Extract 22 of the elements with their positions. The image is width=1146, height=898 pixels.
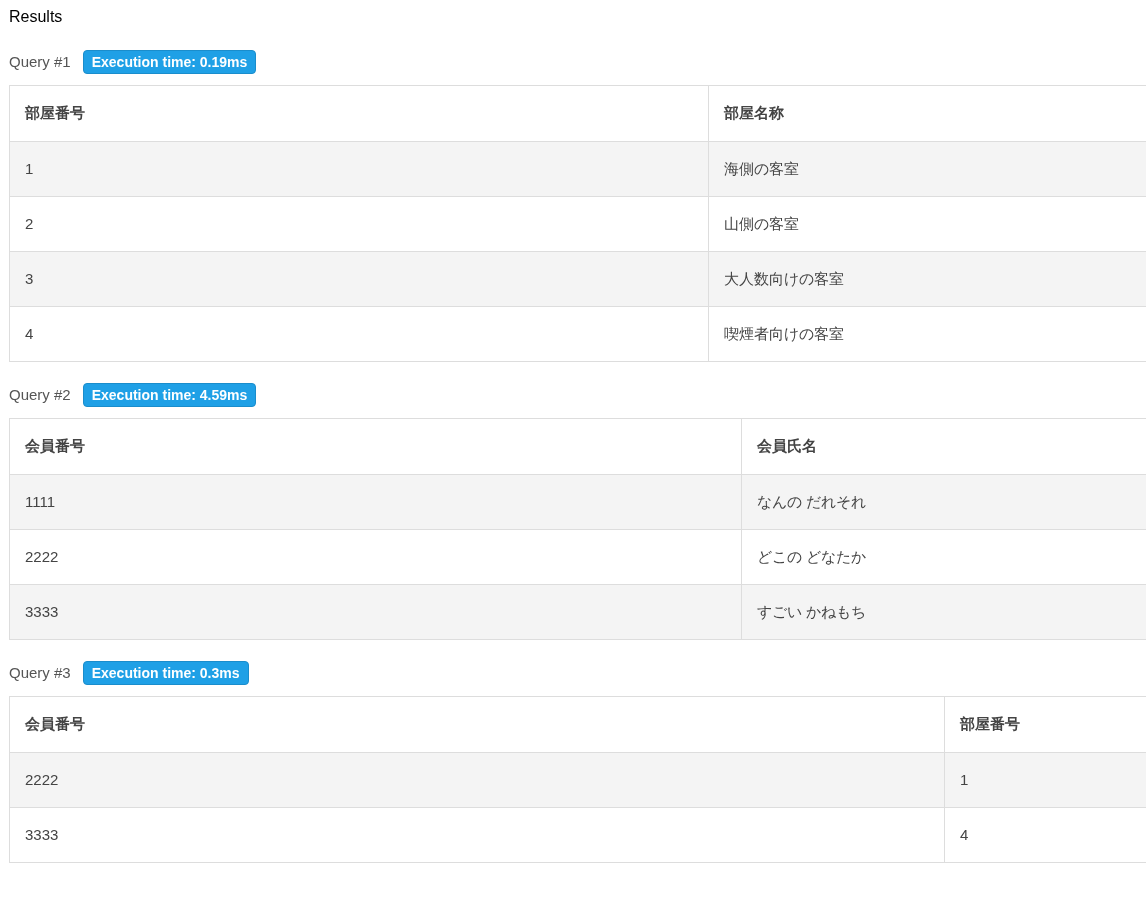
- results-heading: Results: [9, 7, 63, 27]
- execution-time-badge: Execution time: 0.3ms: [82, 661, 249, 685]
- query-label: Query #3: [9, 662, 71, 683]
- query-label: Query #2: [9, 384, 71, 405]
- column-header: 部屋名称: [723, 103, 785, 124]
- execution-time-badge: Execution time: 0.19ms: [82, 50, 257, 74]
- table-cell-text: どこの どなたか: [756, 546, 868, 567]
- execution-time-badge: Execution time: 4.59ms: [82, 383, 257, 407]
- table-cell-text: 喫煙者向けの客室: [723, 323, 845, 344]
- query-label: Query #1: [9, 51, 71, 72]
- table-cell-text: 大人数向けの客室: [723, 268, 845, 289]
- column-header: 会員氏名: [756, 436, 818, 457]
- table-cell: 3333: [10, 808, 945, 862]
- column-header: 部屋番号: [959, 714, 1021, 735]
- table-cell: 3333: [10, 585, 742, 639]
- table-cell-text: すごい かねもち: [756, 601, 868, 622]
- table-cell-text: 海側の客室: [723, 158, 800, 179]
- table-cell: 4: [10, 307, 709, 361]
- table-cell-text: 1: [959, 769, 970, 790]
- table-cell-text: なんの だれそれ: [756, 491, 868, 512]
- table-cell-text: 4: [959, 824, 970, 845]
- table-cell-text: 山側の客室: [723, 213, 800, 234]
